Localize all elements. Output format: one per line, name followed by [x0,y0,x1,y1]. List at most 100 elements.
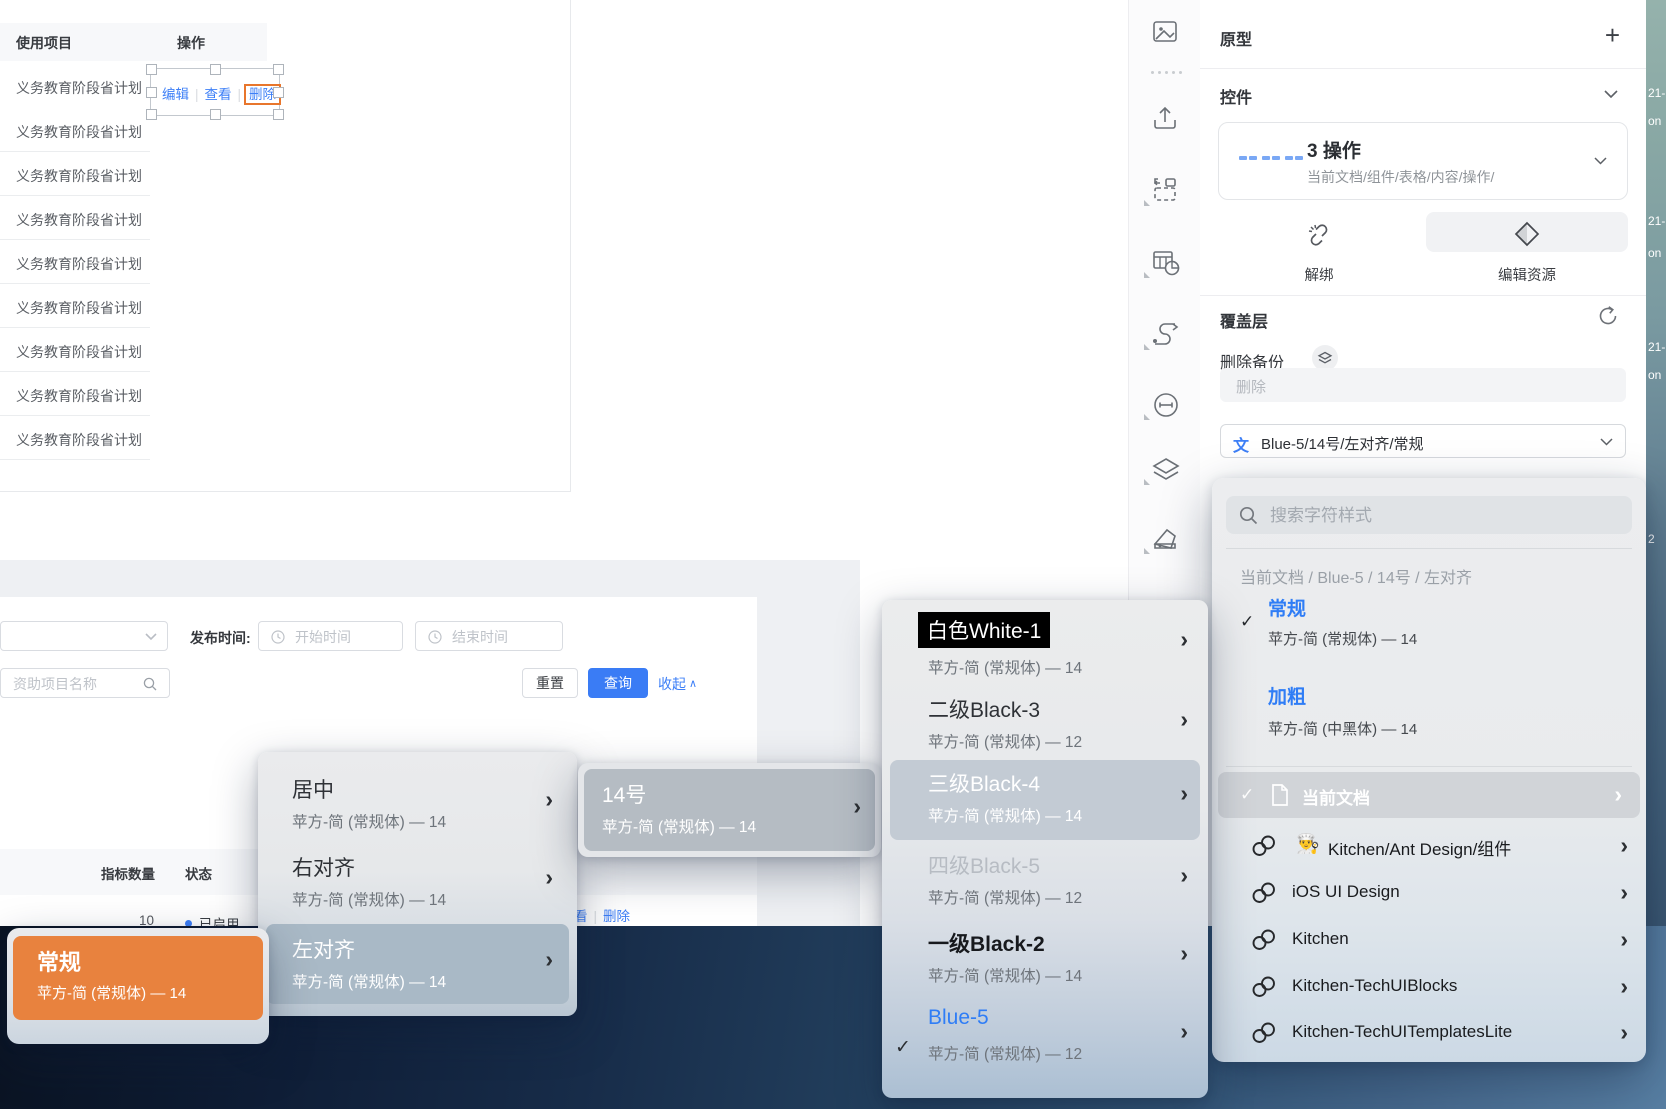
alignment-menu: 居中 苹方-简 (常规体) — 14 › 右对齐 苹方-简 (常规体) — 14… [258,752,577,1016]
unbind-button[interactable]: 解绑 [1218,210,1420,284]
edit-link[interactable]: 编辑 [162,87,189,102]
view-link[interactable]: 查看 [205,87,232,102]
library-row[interactable]: Kitchen › [1212,916,1646,963]
column-header-count: 指标数量 [101,863,155,883]
chevron-down-icon[interactable] [1604,90,1618,98]
library-link-icon [1250,833,1278,859]
check-icon: ✓ [895,1036,911,1059]
asset-icon[interactable] [1151,524,1179,552]
library-row[interactable]: 👨‍🍳 Kitchen/Ant Design/组件 › [1212,822,1646,869]
check-icon: ✓ [1240,785,1254,805]
connector-icon[interactable] [1151,320,1179,348]
table-row: 义务教育阶段省计划 [0,240,570,284]
delete-link[interactable]: 删除 [603,909,630,924]
overlay-section-title: 覆盖层 [1220,308,1268,332]
library-row[interactable]: Kitchen-TechUIBlocks › [1212,963,1646,1010]
caret-up-icon: ∧ [689,678,697,690]
edit-resource-button[interactable]: 编辑资源 [1426,210,1628,284]
menu-item-14[interactable]: 14号 苹方-简 (常规体) — 14 › [584,769,875,851]
start-time-input[interactable] [258,621,403,651]
selection-bounding-box[interactable]: 编辑|查看|删除 [150,68,280,116]
white-chip: 白色White-1 [918,612,1050,648]
artboard-table: 使用项目 操作 义务教育阶段省计划 义务教育阶段省计划 义务教育阶段省计划 义务… [0,0,571,492]
resize-handle[interactable] [146,64,157,75]
artboard-label: on [1648,368,1661,382]
resize-handle[interactable] [273,109,284,120]
chevron-right-icon: › [1180,782,1188,805]
text-style-selector[interactable]: 文 Blue-5/14号/左对齐/常规 [1220,424,1626,458]
artboard-label: on [1648,246,1661,260]
table-header: 使用项目 操作 [0,23,267,61]
chevron-down-icon [1594,157,1607,165]
chevron-right-icon: › [853,795,861,818]
resize-handle[interactable] [146,109,157,120]
resize-handle[interactable] [273,64,284,75]
resize-handle[interactable] [146,87,157,98]
chevron-right-icon: › [1180,942,1188,965]
image-icon[interactable] [1151,18,1179,46]
collapse-link[interactable]: 收起∧ [658,674,697,694]
reset-icon[interactable] [1596,304,1620,328]
column-header-action: 操作 [177,33,205,53]
table-row: 义务教育阶段省计划 [0,416,570,460]
end-time-input[interactable] [415,621,563,651]
chevron-right-icon: › [545,866,553,889]
artboard-label: 21- [1648,214,1665,228]
chevron-right-icon: › [1620,975,1628,998]
artboard-label: 21- [1648,340,1665,354]
export-icon[interactable] [1151,104,1179,132]
artboard-label: 2 [1648,532,1655,546]
resize-handle[interactable] [273,87,284,98]
table-row: 义务教育阶段省计划 [0,284,570,328]
filter-select[interactable] [0,621,168,651]
chevron-right-icon: › [1180,708,1188,731]
slice-icon[interactable] [1151,176,1179,204]
menu-item-left-align[interactable]: 左对齐 苹方-简 (常规体) — 14 › [266,924,569,1004]
style-breadcrumb: 当前文档 / Blue-5 / 14号 / 左对齐 [1240,564,1472,588]
library-link-icon [1250,974,1278,1000]
widget-section-title: 控件 [1220,84,1252,108]
canvas-strip: 21- on 21- on 21- on 2 [1646,0,1666,926]
resize-handle[interactable] [210,109,221,120]
library-link-icon [1250,880,1278,906]
chevron-right-icon: › [1620,928,1628,951]
chevron-right-icon: › [1180,1020,1188,1043]
search-icon [143,677,157,691]
table-row: 义务教育阶段省计划 [0,196,570,240]
prototype-section-title: 原型 [1220,26,1252,50]
character-style-dropdown: 当前文档 / Blue-5 / 14号 / 左对齐 ✓ 常规 苹方-简 (常规体… [1212,478,1646,1062]
project-name-input[interactable] [0,668,170,698]
chevron-down-icon [1600,438,1613,446]
component-selector[interactable]: 3 操作 当前文档/组件/表格/内容/操作/ [1218,122,1628,200]
menu-item-black4[interactable]: 三级Black-4 苹方-简 (常规体) — 14 › [890,760,1200,840]
style-search-field[interactable] [1226,496,1632,534]
artboard-label: 21- [1648,86,1665,100]
document-icon [1270,783,1290,807]
add-prototype-icon[interactable]: + [1605,22,1620,48]
table-row: 义务教育阶段省计划 [0,108,570,152]
font-size-menu: 14号 苹方-简 (常规体) — 14 › [578,763,881,857]
query-button[interactable]: 查询 [588,668,648,698]
text-style-glyph: 文 [1233,432,1249,456]
table-row: 义务教育阶段省计划 [0,328,570,372]
design-tool-screen: 使用项目 操作 义务教育阶段省计划 义务教育阶段省计划 义务教育阶段省计划 义务… [0,0,1666,1109]
font-weight-menu: 常规 苹方-简 (常规体) — 14 [7,928,269,1044]
current-document-row[interactable]: ✓ 当前文档 › [1218,772,1640,818]
library-row[interactable]: iOS UI Design › [1212,869,1646,916]
chevron-right-icon: › [545,948,553,971]
resize-handle[interactable] [210,64,221,75]
hotspot-icon[interactable] [1151,390,1179,418]
chevron-right-icon: › [1620,834,1628,857]
table-chart-icon[interactable] [1151,248,1179,276]
text-style-value: Blue-5/14号/左对齐/常规 [1261,433,1424,454]
table-row: 义务教育阶段省计划 [0,64,570,108]
unlink-icon [1304,220,1334,250]
layers-icon[interactable] [1151,455,1179,483]
menu-item-regular-selected[interactable]: 常规 苹方-简 (常规体) — 14 [13,936,263,1020]
chevron-right-icon: › [1614,783,1622,806]
overlay-target-field[interactable] [1220,368,1626,402]
chevron-right-icon: › [545,788,553,811]
toolbar-dots-icon [1151,71,1182,74]
library-row[interactable]: Kitchen-TechUITemplatesLite › [1212,1009,1646,1056]
reset-button[interactable]: 重置 [522,668,578,698]
